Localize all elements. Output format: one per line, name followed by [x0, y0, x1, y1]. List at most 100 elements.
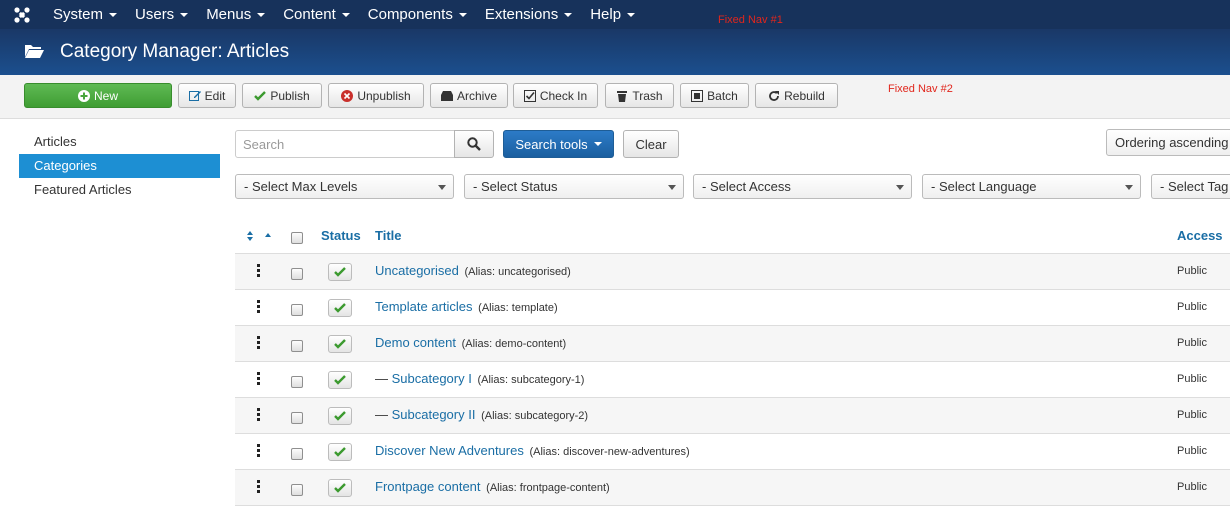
sidebar-item-categories[interactable]: Categories [19, 154, 220, 178]
filter-language[interactable]: - Select Language [922, 174, 1141, 199]
ordering-select[interactable]: Ordering ascending [1106, 129, 1230, 156]
search-input[interactable] [235, 130, 455, 158]
row-checkbox[interactable] [291, 340, 303, 352]
check-in-button[interactable]: Check In [513, 83, 598, 108]
caret-down-icon [627, 12, 636, 17]
search-icon [467, 137, 481, 151]
sidebar-item-articles[interactable]: Articles [19, 130, 220, 154]
page-title: Category Manager: Articles [60, 41, 290, 62]
trash-button[interactable]: Trash [605, 83, 674, 108]
ordering-sort-icon[interactable] [247, 229, 277, 244]
category-alias: (Alias: subcategory-1) [477, 374, 585, 386]
caret-down-icon [593, 142, 602, 146]
access-level: Public [1177, 337, 1207, 349]
batch-button[interactable]: Batch [680, 83, 749, 108]
row-checkbox[interactable] [291, 412, 303, 424]
published-toggle[interactable] [328, 479, 352, 497]
published-toggle[interactable] [328, 407, 352, 425]
unpublish-button[interactable]: Unpublish [328, 83, 424, 108]
filter-access[interactable]: - Select Access [693, 174, 912, 199]
category-title-link[interactable]: Demo content [375, 335, 456, 350]
checkbox-icon [523, 89, 536, 102]
title-cell: — Subcategory II (Alias: subcategory-2) [375, 407, 588, 422]
dropdown-arrow-icon [1125, 185, 1133, 190]
published-toggle[interactable] [328, 371, 352, 389]
category-title-link[interactable]: Subcategory II [392, 407, 476, 422]
new-button[interactable]: New [24, 83, 172, 108]
level-dash: — [375, 407, 388, 422]
row-checkbox[interactable] [291, 448, 303, 460]
filter-tag[interactable]: - Select Tag [1151, 174, 1230, 199]
caret-down-icon [458, 12, 467, 17]
title-cell: Demo content (Alias: demo-content) [375, 335, 566, 350]
drag-handle-icon[interactable] [257, 408, 260, 421]
drag-handle-icon[interactable] [257, 336, 260, 349]
filter-status[interactable]: - Select Status [464, 174, 684, 199]
categories-table: Status Title Access Uncategorised (Alias… [235, 217, 1230, 506]
published-toggle[interactable] [328, 263, 352, 281]
rebuild-button[interactable]: Rebuild [755, 83, 838, 108]
published-toggle[interactable] [328, 335, 352, 353]
drag-handle-icon[interactable] [257, 372, 260, 385]
batch-icon [691, 89, 704, 102]
drag-handle-icon[interactable] [257, 480, 260, 493]
category-alias: (Alias: discover-new-adventures) [529, 446, 690, 458]
select-all-checkbox[interactable] [291, 232, 303, 244]
caret-down-icon [109, 12, 118, 17]
drag-handle-icon[interactable] [257, 264, 260, 277]
category-title-link[interactable]: Frontpage content [375, 479, 481, 494]
drag-handle-icon[interactable] [257, 300, 260, 313]
dropdown-arrow-icon [896, 185, 904, 190]
table-row: Demo content (Alias: demo-content) Publi… [235, 326, 1230, 362]
status-column-header[interactable]: Status [321, 228, 361, 243]
table-row: — Subcategory I (Alias: subcategory-1) P… [235, 362, 1230, 398]
search-button[interactable] [454, 130, 494, 158]
joomla-logo-icon[interactable] [0, 0, 44, 29]
publish-button[interactable]: Publish [242, 83, 322, 108]
menu-extensions[interactable]: Extensions [476, 0, 581, 29]
published-toggle[interactable] [328, 443, 352, 461]
published-toggle[interactable] [328, 299, 352, 317]
caret-down-icon [180, 12, 189, 17]
search-tools-button[interactable]: Search tools [503, 130, 614, 158]
category-title-link[interactable]: Template articles [375, 299, 473, 314]
menu-system[interactable]: System [44, 0, 126, 29]
row-checkbox[interactable] [291, 484, 303, 496]
category-title-link[interactable]: Subcategory I [392, 371, 472, 386]
check-icon [334, 375, 346, 385]
menu-users[interactable]: Users [126, 0, 197, 29]
filter-max-levels[interactable]: - Select Max Levels [235, 174, 454, 199]
table-header: Status Title Access [235, 217, 1230, 254]
edit-button[interactable]: Edit [178, 83, 236, 108]
fixed-nav-note-1: Fixed Nav #1 [718, 14, 783, 26]
menu-components[interactable]: Components [359, 0, 476, 29]
table-row: Uncategorised (Alias: uncategorised) Pub… [235, 254, 1230, 290]
access-level: Public [1177, 445, 1207, 457]
access-level: Public [1177, 481, 1207, 493]
title-column-header[interactable]: Title [375, 228, 402, 243]
menu-help[interactable]: Help [581, 0, 644, 29]
page-header: Category Manager: Articles [0, 29, 1230, 75]
check-icon [334, 483, 346, 493]
menu-content[interactable]: Content [274, 0, 359, 29]
clear-button[interactable]: Clear [623, 130, 679, 158]
access-column-header[interactable]: Access [1177, 228, 1223, 243]
caret-down-icon [564, 12, 573, 17]
row-checkbox[interactable] [291, 304, 303, 316]
unpublish-icon [341, 89, 354, 102]
archive-button[interactable]: Archive [430, 83, 508, 108]
access-level: Public [1177, 409, 1207, 421]
drag-handle-icon[interactable] [257, 444, 260, 457]
plus-circle-icon [77, 89, 90, 102]
title-cell: — Subcategory I (Alias: subcategory-1) [375, 371, 584, 386]
category-title-link[interactable]: Uncategorised [375, 263, 459, 278]
row-checkbox[interactable] [291, 376, 303, 388]
category-alias: (Alias: subcategory-2) [481, 410, 589, 422]
row-checkbox[interactable] [291, 268, 303, 280]
category-alias: (Alias: demo-content) [461, 338, 567, 350]
menu-menus[interactable]: Menus [197, 0, 274, 29]
category-title-link[interactable]: Discover New Adventures [375, 443, 524, 458]
access-level: Public [1177, 301, 1207, 313]
sidebar-item-featured-articles[interactable]: Featured Articles [19, 178, 220, 202]
sidebar: Articles Categories Featured Articles [19, 130, 220, 202]
